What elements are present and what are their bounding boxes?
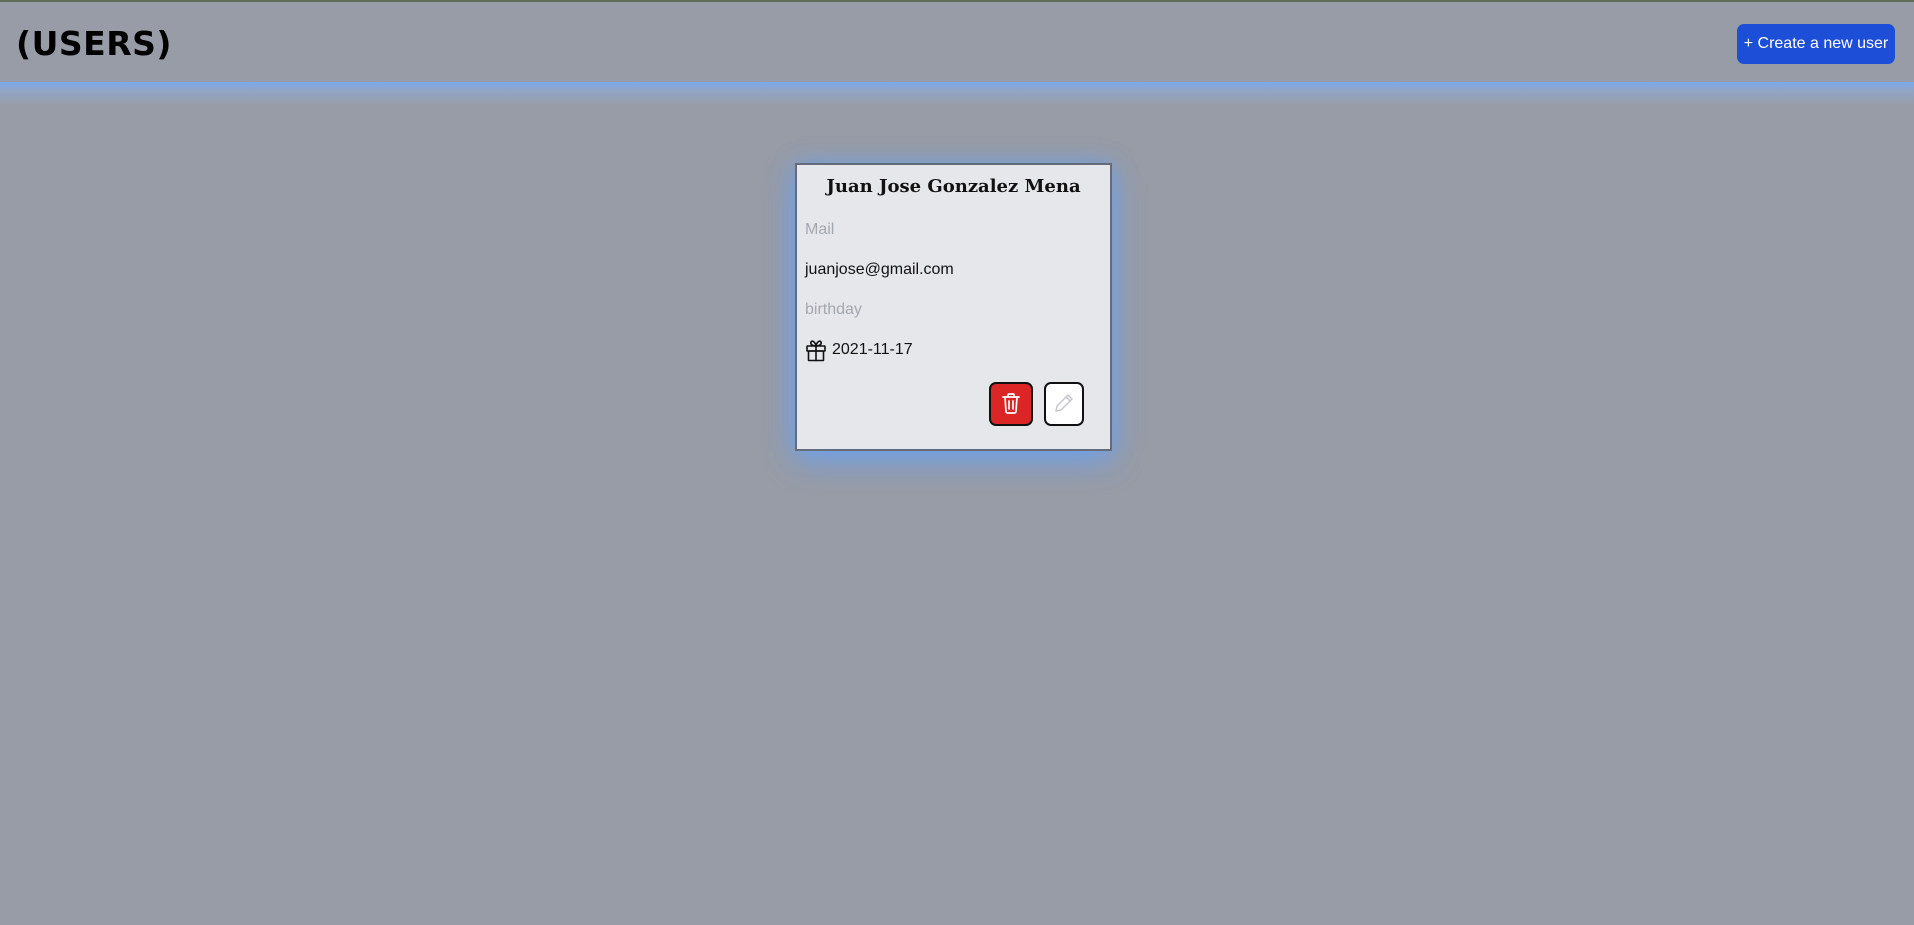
create-user-button[interactable]: + Create a new user [1737,24,1895,64]
header-glow [0,82,1914,106]
page-title: (USERS) [16,24,172,63]
edit-user-button[interactable] [1044,382,1084,426]
user-name: Juan Jose Gonzalez Mena [826,176,1081,197]
mail-label: Mail [805,221,835,238]
mail-value: juanjose@gmail.com [805,261,954,278]
birthday-label: birthday [805,301,862,318]
trash-icon [1001,392,1021,417]
gift-icon [805,338,827,362]
app-header: (USERS) + Create a new user [0,2,1914,82]
user-card: Juan Jose Gonzalez Mena Mail juanjose@gm… [795,163,1112,451]
pencil-icon [1053,392,1075,417]
birthday-value: 2021-11-17 [832,341,913,358]
delete-user-button[interactable] [989,382,1033,426]
